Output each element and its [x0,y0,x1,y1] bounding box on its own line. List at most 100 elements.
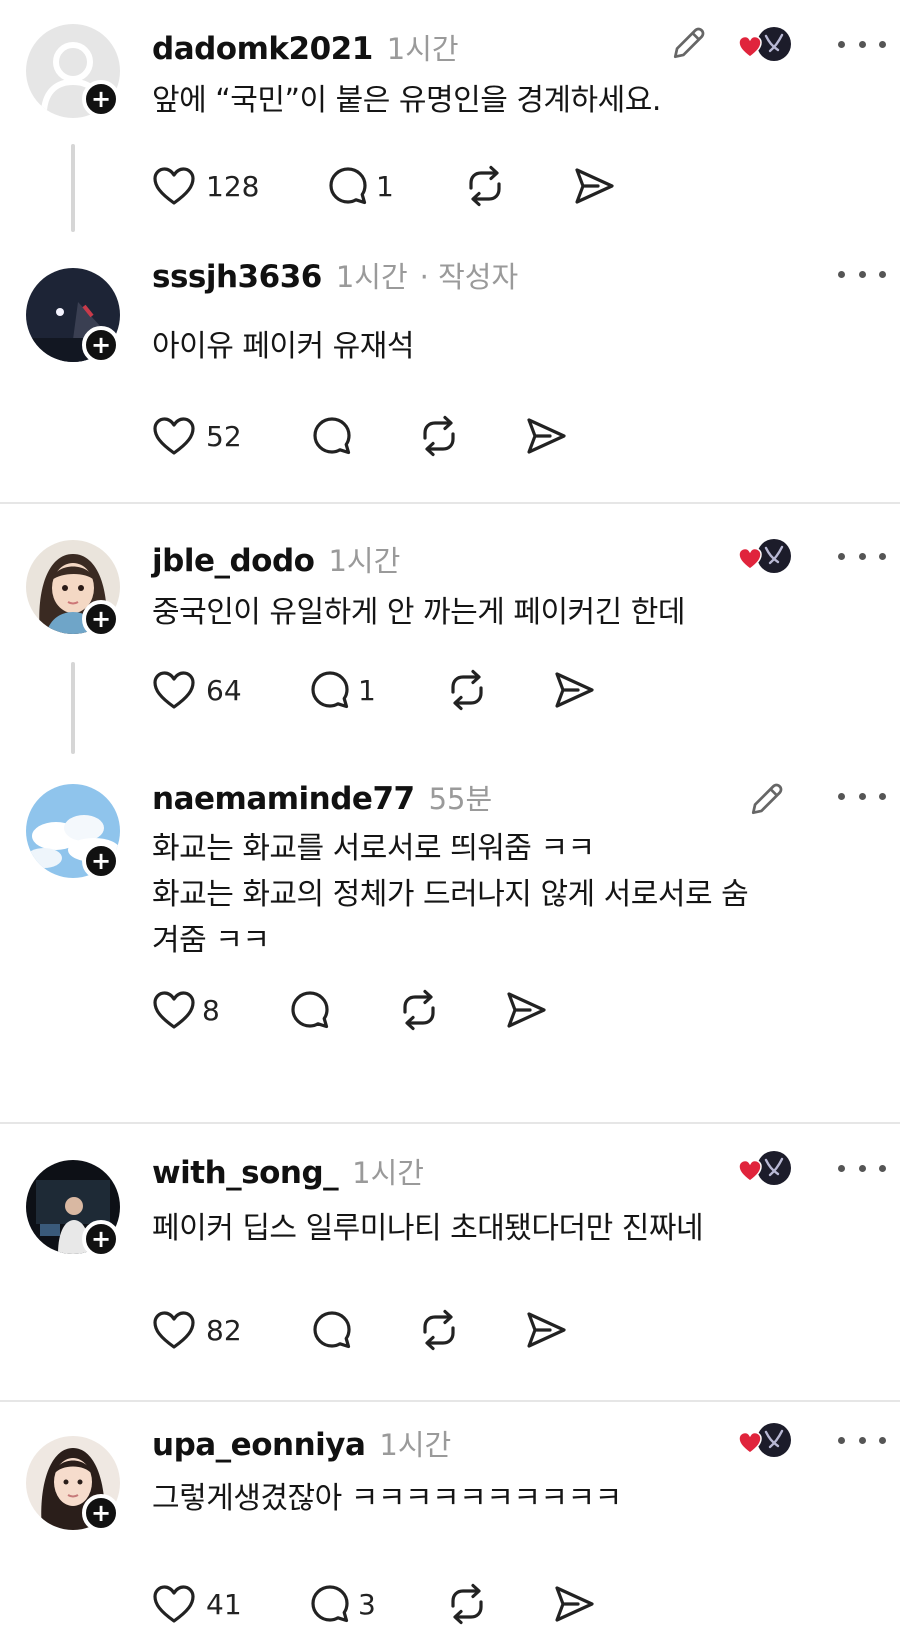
like-count: 82 [206,1313,242,1347]
share-button[interactable] [524,1310,568,1350]
repost-button[interactable] [396,988,442,1032]
post: + jble_dodo 1시간 중국인이 유일하게 안 까는게 페이커긴 한데 6… [0,504,900,754]
reply-count: 3 [358,1587,376,1621]
reply-button[interactable]: 1 [308,668,376,712]
post-text-line: 화교는 화교의 정체가 드러나지 않게 서로서로 숨 [152,877,749,912]
follow-plus-icon[interactable]: + [82,1220,120,1258]
post-time: 1시간 [328,544,401,578]
liked-by-author-badge-icon [736,1420,794,1464]
repost-icon [462,164,508,208]
like-count: 41 [206,1587,242,1621]
like-button[interactable]: 128 [152,166,259,206]
post-header: sssjh3636 1시간 · 작성자 [152,254,518,296]
liked-by-author-badge-icon [736,1148,794,1192]
repost-icon [444,1582,490,1626]
reply-count: 1 [358,673,376,707]
more-options-icon[interactable] [838,786,886,806]
repost-button[interactable] [444,668,490,712]
share-button[interactable] [504,990,548,1030]
edit-pencil-icon[interactable] [746,780,786,824]
post-time: 55분 [428,782,493,816]
share-button[interactable] [572,166,616,206]
post-time: 1시간 [379,1428,452,1462]
repost-icon [444,668,490,712]
post-header: upa_eonniya 1시간 [152,1422,451,1464]
repost-button[interactable] [462,164,508,208]
more-options-icon[interactable] [838,1158,886,1178]
repost-button[interactable] [416,1308,462,1352]
send-icon [524,416,568,456]
liked-by-author-badge-icon [736,536,794,580]
share-button[interactable] [552,670,596,710]
like-button[interactable]: 8 [152,990,220,1030]
send-icon [552,670,596,710]
like-button[interactable]: 52 [152,416,242,456]
reply-bubble-icon [288,988,332,1032]
more-options-icon[interactable] [838,264,886,284]
like-count: 64 [206,673,242,707]
post-header: with_song_ 1시간 [152,1150,424,1192]
repost-button[interactable] [444,1582,490,1626]
repost-icon [396,988,442,1032]
reply-bubble-icon [310,1308,354,1352]
username[interactable]: sssjh3636 [152,259,322,295]
post: + dadomk2021 1시간 앞에 “국민”이 붙은 유명인을 경계하세요. … [0,0,900,240]
username[interactable]: naemaminde77 [152,781,415,817]
reply-count: 1 [376,169,394,203]
reply-bubble-icon [326,164,370,208]
send-icon [504,990,548,1030]
thread-line [71,662,75,754]
post-text-line: 그렇게생겼잖아 ㅋㅋㅋㅋㅋㅋㅋㅋㅋㅋ [152,1481,622,1516]
like-count: 8 [202,993,220,1027]
follow-plus-icon[interactable]: + [82,326,120,364]
send-icon [524,1310,568,1350]
username[interactable]: upa_eonniya [152,1427,366,1463]
like-count: 128 [206,169,260,203]
reply-button[interactable] [310,414,354,458]
post-time: 1시간 [352,1156,424,1190]
like-button[interactable]: 64 [152,670,242,710]
reply-bubble-icon [308,668,352,712]
heart-icon [152,1310,196,1350]
reply-bubble-icon [310,414,354,458]
post-time: 1시간 [386,32,459,66]
post-text-line: 겨줌 ㅋㅋ [152,923,270,958]
post: + naemaminde77 55분 화교는 화교를 서로서로 띄워줌 ㅋㅋ 화교… [0,754,900,1122]
username[interactable]: dadomk2021 [152,31,373,67]
follow-plus-icon[interactable]: + [82,1494,120,1532]
heart-icon [152,416,196,456]
post-text-line: 페이커 딥스 일루미나티 초대됐다더만 진짜네 [152,1211,704,1246]
heart-icon [152,1584,196,1624]
post-header: naemaminde77 55분 [152,776,492,818]
post-text-line: 아이유 페이커 유재석 [152,329,414,364]
post-header: jble_dodo 1시간 [152,538,400,580]
post: + sssjh3636 1시간 · 작성자 아이유 페이커 유재석 52 [0,240,900,502]
post-text-line: 앞에 “국민”이 붙은 유명인을 경계하세요. [152,83,661,118]
repost-icon [416,1308,462,1352]
repost-button[interactable] [416,414,462,458]
reply-button[interactable]: 3 [308,1582,376,1626]
thread-line [71,144,75,232]
follow-plus-icon[interactable]: + [82,842,120,880]
reply-button[interactable] [310,1308,354,1352]
reply-button[interactable] [288,988,332,1032]
username[interactable]: with_song_ [152,1155,339,1191]
like-button[interactable]: 41 [152,1584,242,1624]
post: + upa_eonniya 1시간 그렇게생겼잖아 ㅋㅋㅋㅋㅋㅋㅋㅋㅋㅋ 41 3 [0,1402,900,1645]
post-text-line: 화교는 화교를 서로서로 띄워줌 ㅋㅋ [152,831,595,866]
reply-bubble-icon [308,1582,352,1626]
heart-icon [152,166,196,206]
more-options-icon[interactable] [838,546,886,566]
like-button[interactable]: 82 [152,1310,242,1350]
follow-plus-icon[interactable]: + [82,80,120,118]
more-options-icon[interactable] [838,34,886,54]
share-button[interactable] [524,416,568,456]
edit-pencil-icon[interactable] [668,24,708,68]
more-options-icon[interactable] [838,1430,886,1450]
follow-plus-icon[interactable]: + [82,600,120,638]
reply-button[interactable]: 1 [326,164,394,208]
username[interactable]: jble_dodo [152,543,315,579]
post-header: dadomk2021 1시간 [152,26,459,68]
like-count: 52 [206,419,242,453]
share-button[interactable] [552,1584,596,1624]
